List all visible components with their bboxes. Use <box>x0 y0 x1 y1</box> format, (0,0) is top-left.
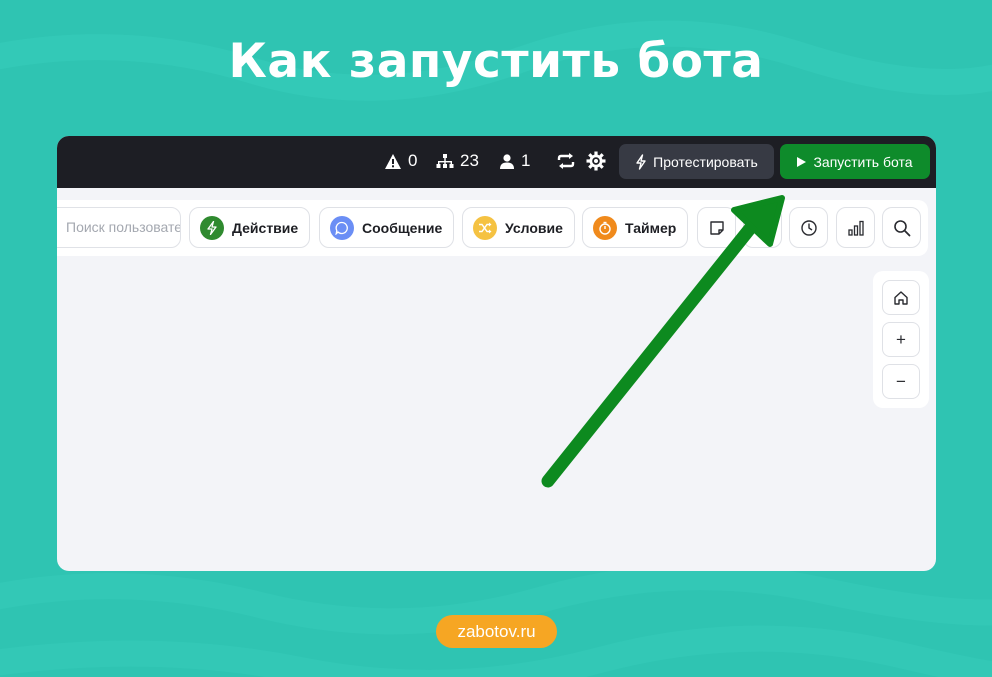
warning-icon <box>385 153 401 169</box>
add-condition-button[interactable]: Условие <box>462 207 575 248</box>
launch-bot-button[interactable]: Запустить бота <box>780 144 930 179</box>
users-count: 1 <box>521 151 531 170</box>
action-label: Действие <box>232 219 299 236</box>
play-icon <box>797 156 807 167</box>
history-button[interactable] <box>789 207 828 248</box>
top-bar: 0 23 1 Протестировать Запустить бота <box>57 136 936 188</box>
app-screenshot: 0 23 1 Протестировать Запустить бота Пои… <box>57 136 936 571</box>
add-timer-button[interactable]: Таймер <box>582 207 689 248</box>
page-title: Как запустить бота <box>228 34 764 89</box>
test-bot-label: Протестировать <box>653 153 758 170</box>
search-button[interactable] <box>882 207 921 248</box>
zoom-in-button[interactable]: + <box>882 322 920 357</box>
sticky-note-icon <box>709 220 724 235</box>
user-icon <box>500 153 514 169</box>
refresh-icon[interactable] <box>556 151 576 171</box>
timer-label: Таймер <box>625 219 677 236</box>
launch-bot-label: Запустить бота <box>813 153 913 170</box>
clock-icon <box>800 219 817 236</box>
warnings-stat[interactable]: 0 <box>384 151 417 171</box>
zoom-out-button[interactable]: − <box>882 364 920 399</box>
condition-label: Условие <box>505 219 563 236</box>
home-button[interactable] <box>882 280 920 315</box>
chat-bubble-icon <box>330 215 354 240</box>
warnings-count: 0 <box>408 151 418 170</box>
users-stat[interactable]: 1 <box>499 151 530 171</box>
lightning-icon <box>200 215 224 240</box>
test-bot-button[interactable]: Протестировать <box>619 144 774 179</box>
user-search-input[interactable]: Поиск пользователя <box>57 207 181 248</box>
canvas-zoom-controls: + − <box>873 271 929 408</box>
lightning-outline-icon <box>636 153 646 170</box>
nodes-stat[interactable]: 23 <box>436 151 479 171</box>
sitemap-icon <box>436 153 454 168</box>
message-label: Сообщение <box>362 219 443 236</box>
sticky-note-button[interactable] <box>697 207 736 248</box>
home-icon <box>894 290 908 305</box>
add-action-button[interactable]: Действие <box>189 207 311 248</box>
bar-chart-icon <box>847 220 864 236</box>
shuffle-icon <box>473 215 497 240</box>
site-badge[interactable]: zabotov.ru <box>436 615 557 648</box>
analytics-button[interactable] <box>836 207 875 248</box>
settings-gear-icon[interactable] <box>586 151 606 171</box>
timer-icon <box>593 215 617 240</box>
extra-tool-button[interactable] <box>743 207 782 248</box>
add-message-button[interactable]: Сообщение <box>319 207 455 248</box>
editor-toolbar: Поиск пользователя Действие Сообщение Ус… <box>57 200 928 256</box>
search-icon <box>893 219 910 236</box>
nodes-count: 23 <box>460 151 479 170</box>
